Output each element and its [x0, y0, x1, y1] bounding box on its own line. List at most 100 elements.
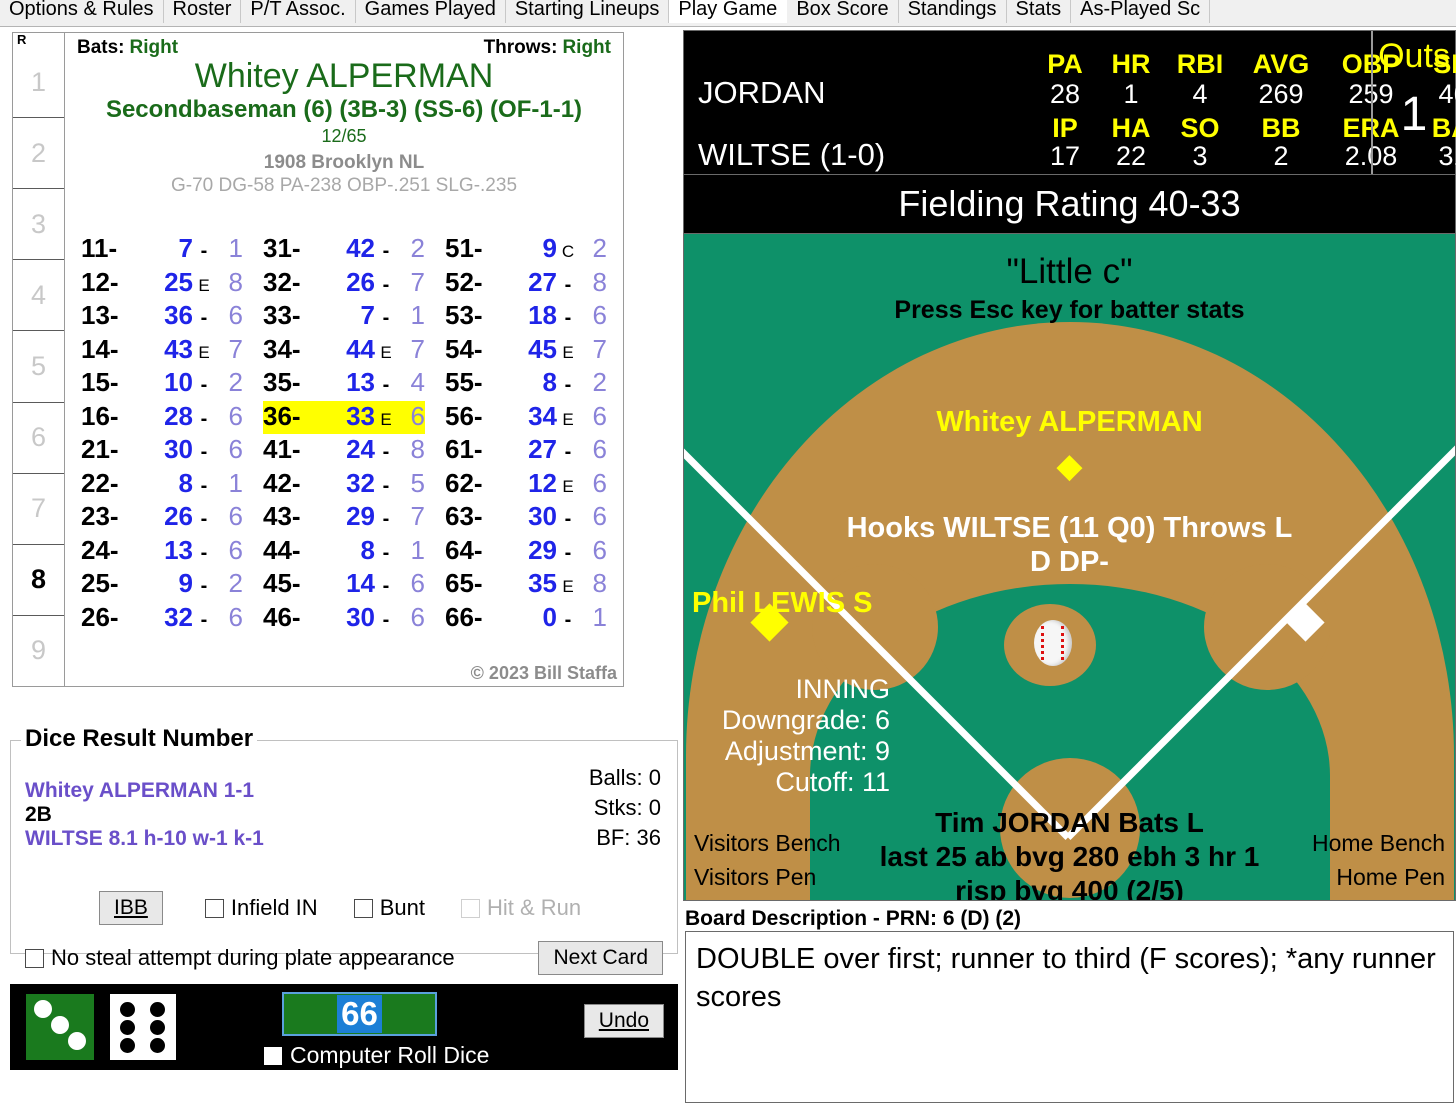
- checkbox-box-icon: [353, 898, 373, 918]
- dice-fielder: 6: [592, 434, 607, 464]
- fielder-position-diamond-icon: ◆: [1056, 447, 1083, 485]
- dice-separator: E: [380, 409, 392, 429]
- home-bench-link[interactable]: Home Bench: [1312, 830, 1445, 857]
- dice-separator: -: [200, 608, 208, 631]
- tab-p-t-assoc[interactable]: P/T Assoc.: [241, 0, 356, 23]
- bats-label: Bats:: [77, 37, 125, 58]
- ibb-button[interactable]: IBB: [99, 891, 163, 925]
- tab-standings[interactable]: Standings: [898, 0, 1007, 23]
- dice-roll: 26-: [81, 601, 119, 632]
- dice-result: 26: [346, 266, 375, 297]
- fielder-name: Whitey ALPERMAN: [936, 406, 1203, 438]
- dice-separator: -: [200, 441, 208, 463]
- dice-result-number-title: Dice Result Number: [21, 725, 258, 753]
- bats-group: Bats: Right: [77, 37, 178, 59]
- dice-result: 18: [528, 300, 557, 330]
- green-die-icon[interactable]: [26, 994, 94, 1060]
- dice-grid-row: 61- 27-6: [445, 434, 607, 468]
- dice-fielder: 7: [228, 333, 243, 364]
- next-card-button[interactable]: Next Card: [538, 941, 663, 975]
- batters-faced-count: BF: 36: [596, 825, 661, 850]
- dice-grid-row: 35- 13-4: [263, 367, 425, 401]
- dice-grid-column-3: 51- 9 C 2 52- 27-8 53- 18-6 54- 45 E 7 55- 8-2 56- 34 E 6…: [445, 233, 607, 635]
- dice-result: 12: [528, 467, 557, 498]
- copyright-notice: © 2023 Bill Staffa: [470, 663, 617, 683]
- player-team-line: 1908 Brooklyn NL: [263, 152, 425, 173]
- bunt-label: Bunt: [379, 895, 425, 920]
- inning-strip: R 12345678 9: [13, 33, 65, 686]
- visitors-pen-link[interactable]: Visitors Pen: [694, 864, 816, 891]
- dice-fielder: 6: [592, 534, 607, 565]
- player-name: Whitey ALPERMAN: [194, 57, 494, 95]
- dice-grid-row: 63- 30-6: [445, 501, 607, 535]
- dice-grid-row: 55- 8-2: [445, 367, 607, 401]
- dice-fielder: 6: [410, 568, 425, 598]
- dice-fielder: 1: [410, 534, 425, 565]
- dice-roll: 14-: [81, 333, 119, 364]
- dice-grid-row: 36- 33 E 6: [263, 400, 425, 434]
- dice-fielder: 6: [228, 534, 243, 565]
- dice-separator: E: [380, 342, 392, 362]
- dice-grid-row: 12- 25 E 8: [81, 267, 243, 301]
- dice-roll: 55-: [445, 367, 483, 397]
- dice-grid-row: 32- 26-7: [263, 267, 425, 301]
- die-pip: [120, 1038, 135, 1053]
- dice-roll: 54-: [445, 333, 483, 364]
- tab-games-played[interactable]: Games Played: [355, 0, 506, 23]
- tab-options-rules[interactable]: Options & Rules: [0, 0, 164, 23]
- undo-button[interactable]: Undo: [583, 1004, 664, 1038]
- dice-roll: 12-: [81, 266, 119, 297]
- field-diagram[interactable]: "Little c" Press Esc key for batter stat…: [683, 233, 1456, 901]
- dice-roll: 16-: [81, 400, 119, 431]
- player-card: R 123456789 Bats: Right Throws: Right Whit…: [12, 32, 624, 687]
- bunt-checkbox[interactable]: Bunt: [353, 895, 425, 921]
- right-panel: JORDAN PAHRRBIAVGOBPSLG 2814269259462 WI…: [683, 30, 1456, 1103]
- tab-as-played-sc[interactable]: As-Played Sc: [1071, 0, 1211, 23]
- dice-result: 27: [528, 434, 557, 464]
- no-steal-checkbox[interactable]: No steal attempt during plate appearance: [25, 945, 455, 971]
- hit-and-run-checkbox: Hit & Run: [460, 895, 581, 921]
- dice-roll: 51-: [445, 233, 483, 263]
- dice-separator: -: [382, 273, 390, 296]
- tab-play-game[interactable]: Play Game: [669, 0, 788, 23]
- no-steal-row: No steal attempt during plate appearance…: [11, 941, 677, 975]
- dice-fielder: 2: [228, 568, 243, 598]
- tab-roster[interactable]: Roster: [163, 0, 242, 23]
- dice-fielder: 6: [228, 300, 243, 330]
- no-steal-label: No steal attempt during plate appearance: [51, 945, 455, 970]
- dice-grid-row: 23- 26-6: [81, 501, 243, 535]
- tab-box-score[interactable]: Box Score: [787, 0, 899, 23]
- visitors-bench-link[interactable]: Visitors Bench: [694, 830, 841, 857]
- dice-separator: E: [562, 577, 574, 596]
- tab-starting-lineups[interactable]: Starting Lineups: [505, 0, 670, 23]
- roll-value: 66: [337, 995, 382, 1033]
- player-date-line: 12/65: [321, 126, 367, 146]
- dice-grid-column-2: 31- 42-2 32- 26-7 33- 7-1 34- 44 E 7 35- 13-4 36- 33 E…: [263, 233, 425, 635]
- dice-roll: 53-: [445, 300, 483, 330]
- dice-result: 8: [360, 534, 375, 565]
- dice-separator: -: [382, 441, 390, 463]
- scoreboard-cell: 1: [1123, 79, 1139, 109]
- dice-result: 33: [346, 400, 375, 431]
- scoreboard-cell: RBI: [1176, 49, 1224, 79]
- dice-roll: 35-: [263, 367, 301, 397]
- scoreboard-cell: IP: [1052, 113, 1078, 143]
- white-die-icon[interactable]: [110, 994, 176, 1060]
- dice-separator: -: [564, 608, 572, 631]
- infield-in-checkbox[interactable]: Infield IN: [204, 895, 318, 921]
- dice-fielder: 6: [228, 434, 243, 464]
- tab-stats[interactable]: Stats: [1006, 0, 1072, 23]
- play-options-row: IBB Infield IN Bunt Hit & Run: [11, 891, 677, 925]
- inning-cell-5: 5: [13, 331, 64, 403]
- computer-roll-dice-label: Computer Roll Dice: [290, 1042, 490, 1068]
- roll-value-field[interactable]: 66: [282, 992, 437, 1036]
- dice-result: 7: [178, 233, 193, 263]
- inning-adjust-block: INNING Downgrade: 6 Adjustment: 9 Cutoff…: [690, 674, 890, 798]
- dice-grid-row: 34- 44 E 7: [263, 334, 425, 368]
- scoreboard-batter-name: JORDAN: [698, 75, 826, 110]
- inning-cell-7: 7: [13, 474, 64, 545]
- throws-label: Throws:: [483, 37, 558, 58]
- dice-separator: E: [198, 275, 210, 295]
- home-pen-link[interactable]: Home Pen: [1336, 864, 1445, 891]
- computer-roll-dice-checkbox[interactable]: Computer Roll Dice: [264, 1042, 489, 1069]
